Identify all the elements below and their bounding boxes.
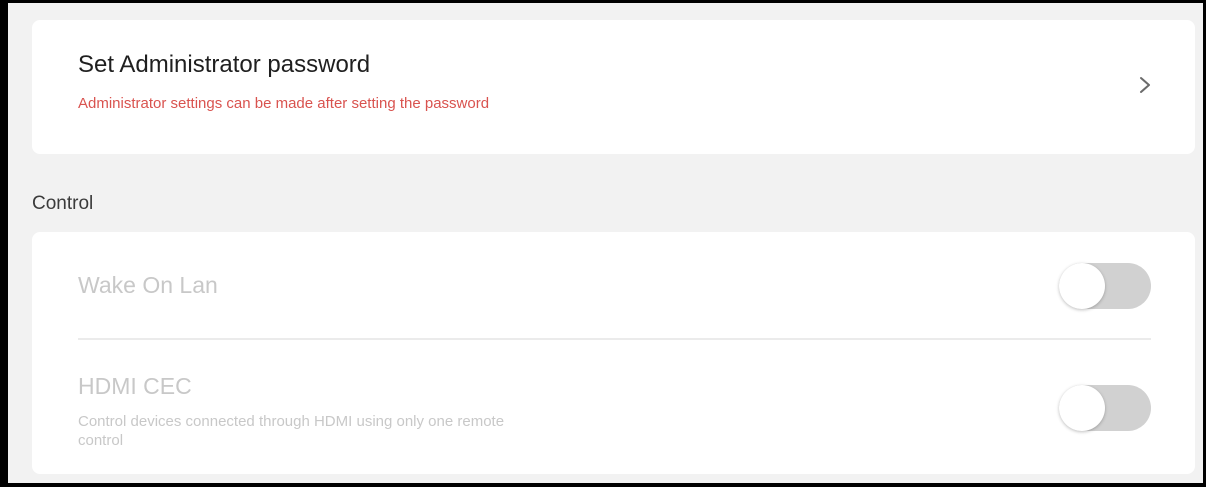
toggle-knob: [1059, 263, 1105, 309]
toggle-knob: [1059, 385, 1105, 431]
chevron-right-icon[interactable]: [1134, 74, 1156, 96]
settings-panel: Set Administrator password Administrator…: [0, 0, 1206, 487]
control-card: Wake On Lan HDMI CEC Control devices con…: [32, 232, 1195, 474]
wake-on-lan-toggle[interactable]: [1059, 263, 1151, 309]
set-admin-password-card[interactable]: Set Administrator password Administrator…: [32, 20, 1195, 154]
hdmi-cec-description: Control devices connected through HDMI u…: [78, 413, 505, 449]
hdmi-cec-label: HDMI CEC: [78, 373, 192, 399]
control-section-label: Control: [32, 193, 94, 214]
admin-password-warning: Administrator settings can be made after…: [78, 95, 490, 112]
hdmi-cec-toggle[interactable]: [1059, 385, 1151, 431]
admin-password-title: Set Administrator password: [78, 51, 371, 78]
wake-on-lan-label: Wake On Lan: [78, 272, 218, 298]
divider: [78, 338, 1151, 340]
